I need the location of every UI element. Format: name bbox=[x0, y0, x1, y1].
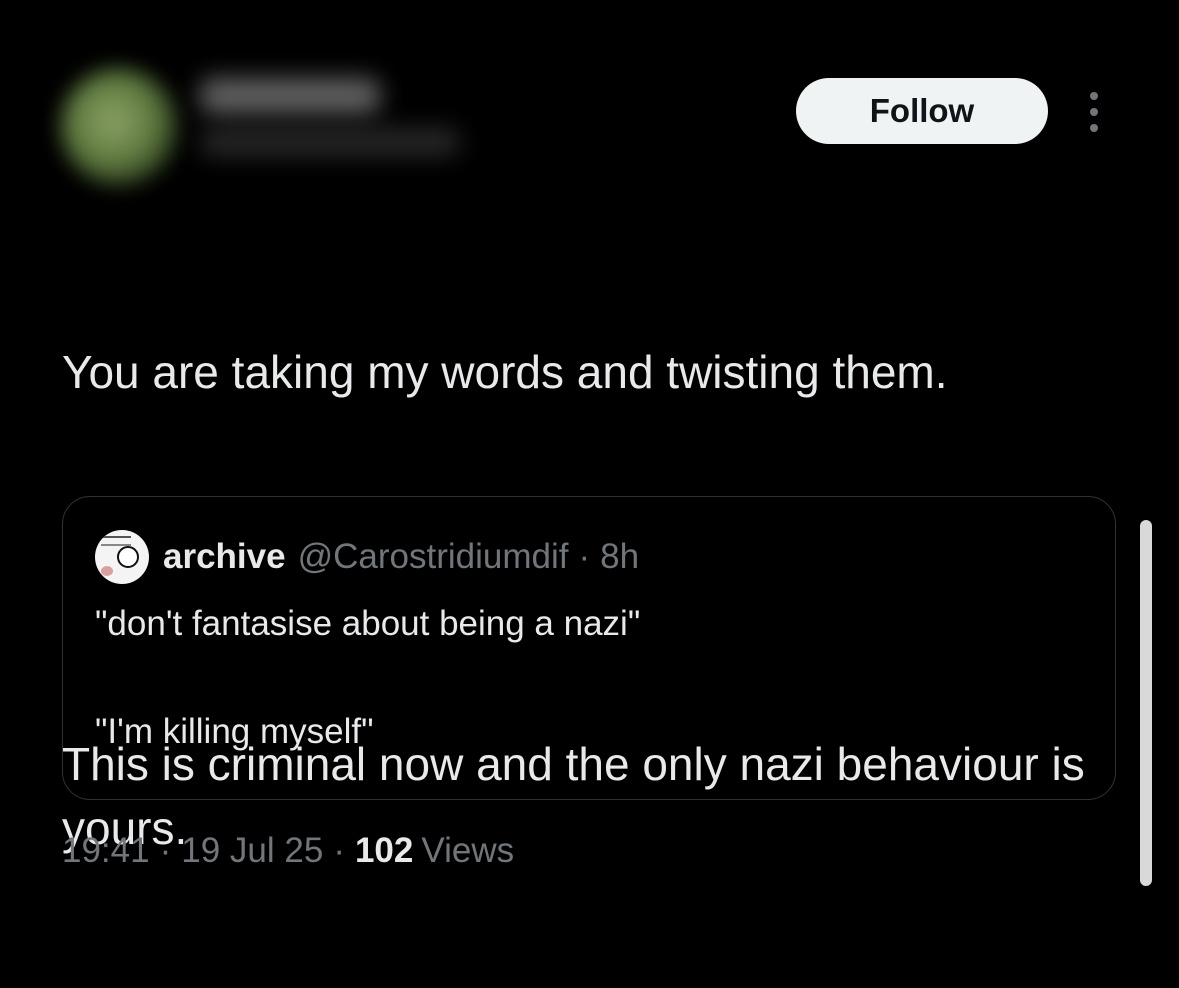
tweet-time: 19:41 bbox=[62, 831, 150, 870]
separator-dot: · bbox=[159, 831, 172, 870]
author-avatar-blurred[interactable] bbox=[60, 68, 178, 186]
quoted-tweet-text: "don't fantasise about being a nazi" "I'… bbox=[95, 601, 1075, 755]
tweet-meta: 19:41 · 19 Jul 25 · 102 Views bbox=[62, 826, 514, 876]
quoted-paragraph: "don't fantasise about being a nazi" bbox=[95, 604, 641, 643]
quoted-tweet-card[interactable]: archive @Carostridiumdif · 8h "don't fan… bbox=[62, 496, 1116, 800]
follow-button[interactable]: Follow bbox=[796, 78, 1048, 144]
separator-dot: · bbox=[333, 831, 345, 870]
separator-dot: · bbox=[578, 537, 591, 576]
tweet-paragraph: You are taking my words and twisting the… bbox=[62, 346, 948, 398]
views-count: 102 bbox=[354, 831, 414, 870]
author-name-blurred[interactable] bbox=[200, 78, 380, 114]
quoted-author-handle: @Carostridiumdif bbox=[297, 537, 569, 576]
quoted-author-name: archive bbox=[163, 537, 286, 576]
tweet-date: 19 Jul 25 bbox=[181, 831, 324, 870]
more-vertical-icon[interactable] bbox=[1080, 92, 1108, 132]
quoted-tweet-time: 8h bbox=[600, 537, 640, 576]
quoted-paragraph: "I'm killing myself" bbox=[95, 712, 374, 751]
quoted-tweet-header: archive @Carostridiumdif · 8h bbox=[95, 530, 640, 584]
quoted-author-avatar bbox=[95, 530, 149, 584]
scrollbar[interactable] bbox=[1140, 520, 1152, 886]
author-handle-blurred bbox=[200, 128, 460, 156]
views-label: Views bbox=[421, 831, 515, 870]
tweet-detail-page: Follow You are taking my words and twist… bbox=[0, 0, 1179, 921]
